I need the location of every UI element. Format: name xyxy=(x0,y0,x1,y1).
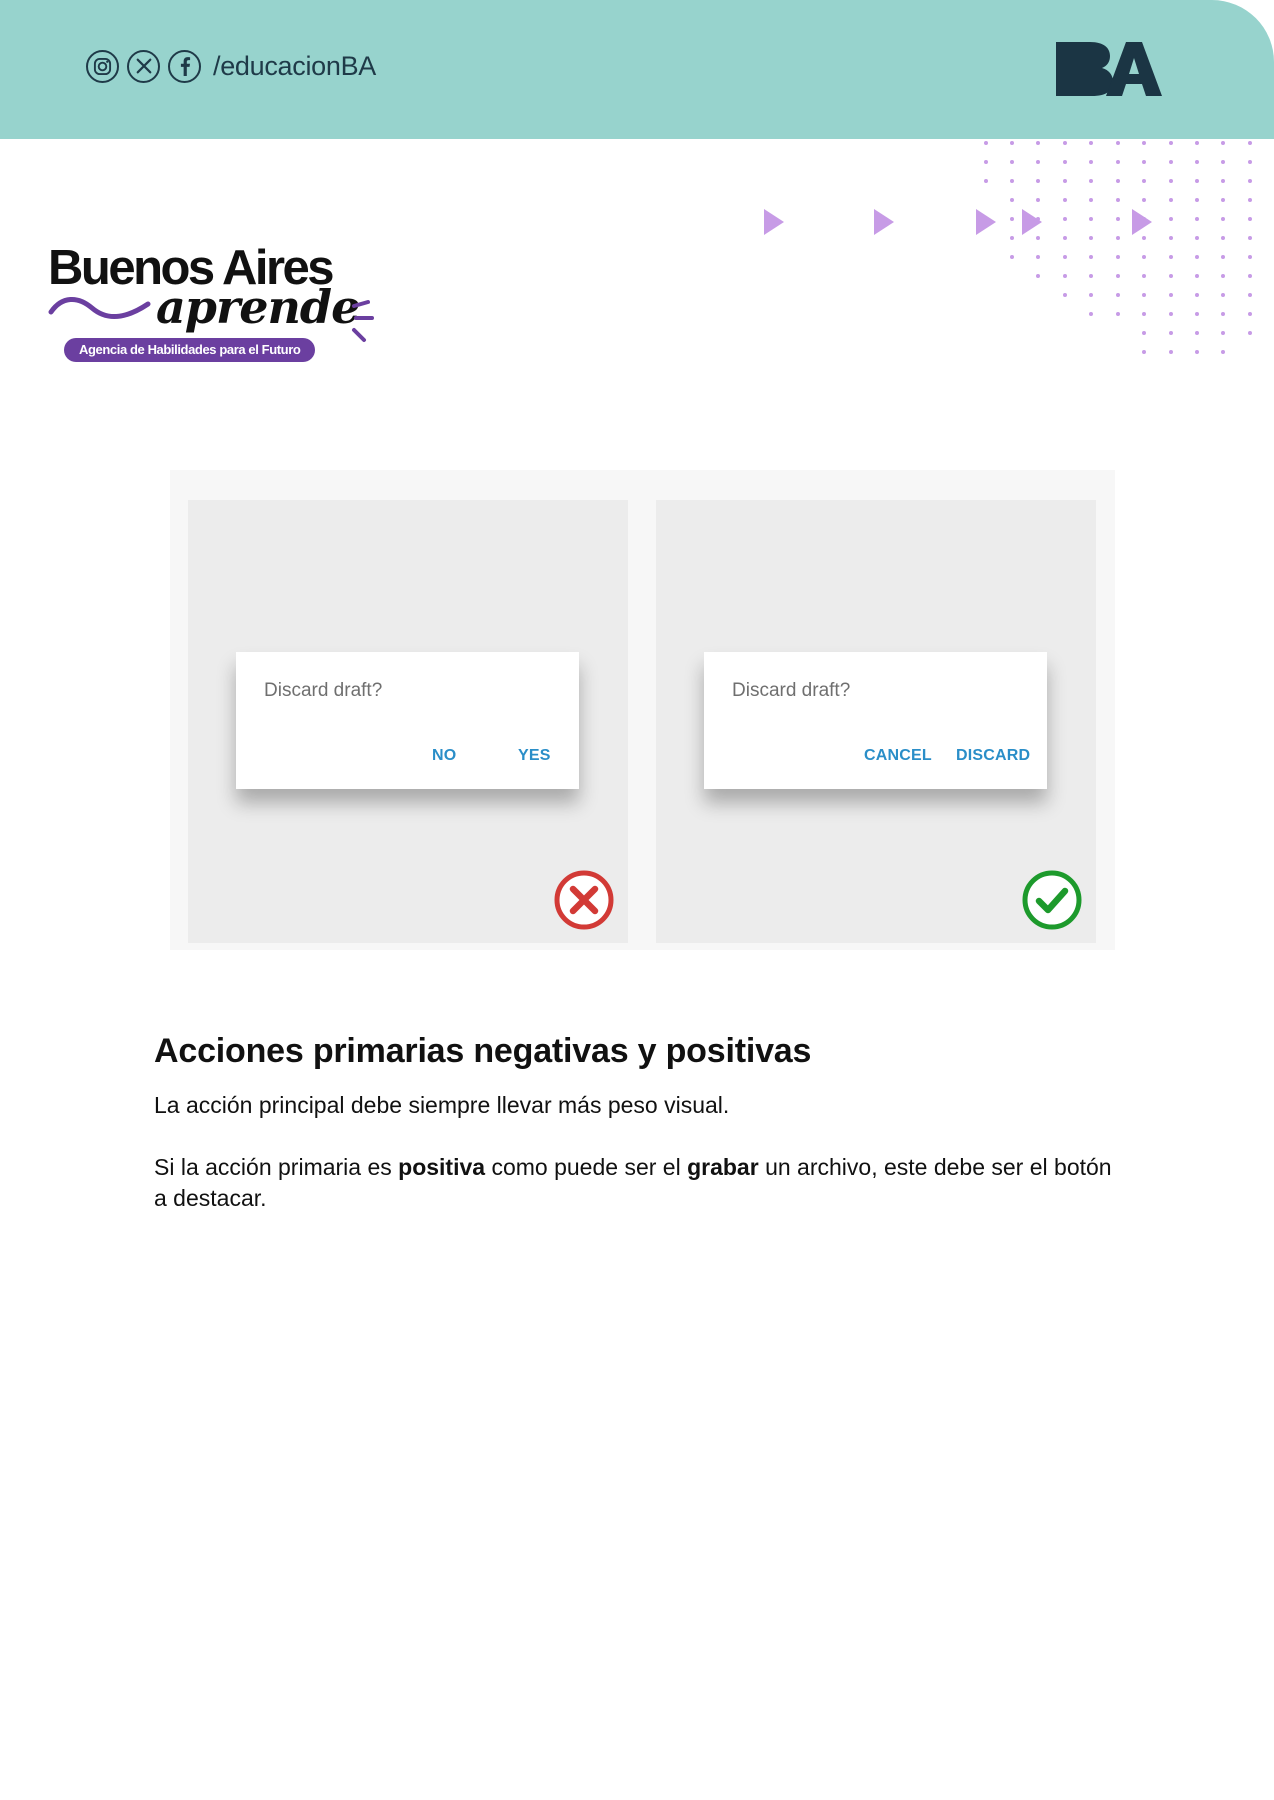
brand-rays xyxy=(352,300,374,342)
dialog-question: Discard draft? xyxy=(264,680,383,701)
brand-swoosh xyxy=(48,297,151,320)
decorative-dots xyxy=(984,141,1252,354)
cancel-button[interactable]: CANCEL xyxy=(864,747,932,765)
dialog-comparison-figure: Discard draft? NO YES Discard draft? CAN… xyxy=(170,470,1115,950)
facebook-icon[interactable] xyxy=(168,49,201,83)
para2-text-2: como puede ser el xyxy=(485,1154,688,1180)
social-links: /educacionBA xyxy=(86,49,376,83)
dialog-question: Discard draft? xyxy=(732,680,851,701)
discard-dialog-bad: Discard draft? NO YES xyxy=(236,652,579,789)
social-handle[interactable]: /educacionBA xyxy=(213,51,376,82)
header-band: /educacionBA xyxy=(0,0,1274,139)
no-button[interactable]: NO xyxy=(432,747,456,765)
yes-button[interactable]: YES xyxy=(518,747,551,765)
brand-tagline: Agencia de Habilidades para el Futuro xyxy=(64,338,316,362)
paragraph-2: Si la acción primaria es positiva como p… xyxy=(154,1152,1114,1214)
instagram-icon[interactable] xyxy=(86,49,119,83)
x-icon[interactable] xyxy=(127,49,160,83)
section-heading: Acciones primarias negativas y positivas xyxy=(154,1032,812,1070)
para2-bold-grabar: grabar xyxy=(687,1154,759,1180)
red-x-icon xyxy=(554,870,614,930)
discard-button[interactable]: DISCARD xyxy=(956,747,1030,765)
ba-logo xyxy=(1056,42,1162,96)
decorative-arrows xyxy=(764,209,1152,235)
good-example-panel: Discard draft? CANCEL DISCARD xyxy=(656,500,1096,943)
green-check-icon xyxy=(1022,870,1082,930)
para2-text-1: Si la acción primaria es xyxy=(154,1154,399,1180)
para2-bold-positiva: positiva xyxy=(398,1154,486,1180)
brand-script: aprende xyxy=(156,280,360,334)
bad-example-panel: Discard draft? NO YES xyxy=(188,500,628,943)
brand-logo: Buenos Aires aprende Agencia de Habilida… xyxy=(48,240,388,365)
discard-dialog-good: Discard draft? CANCEL DISCARD xyxy=(704,652,1047,789)
paragraph-1: La acción principal debe siempre llevar … xyxy=(154,1092,730,1118)
